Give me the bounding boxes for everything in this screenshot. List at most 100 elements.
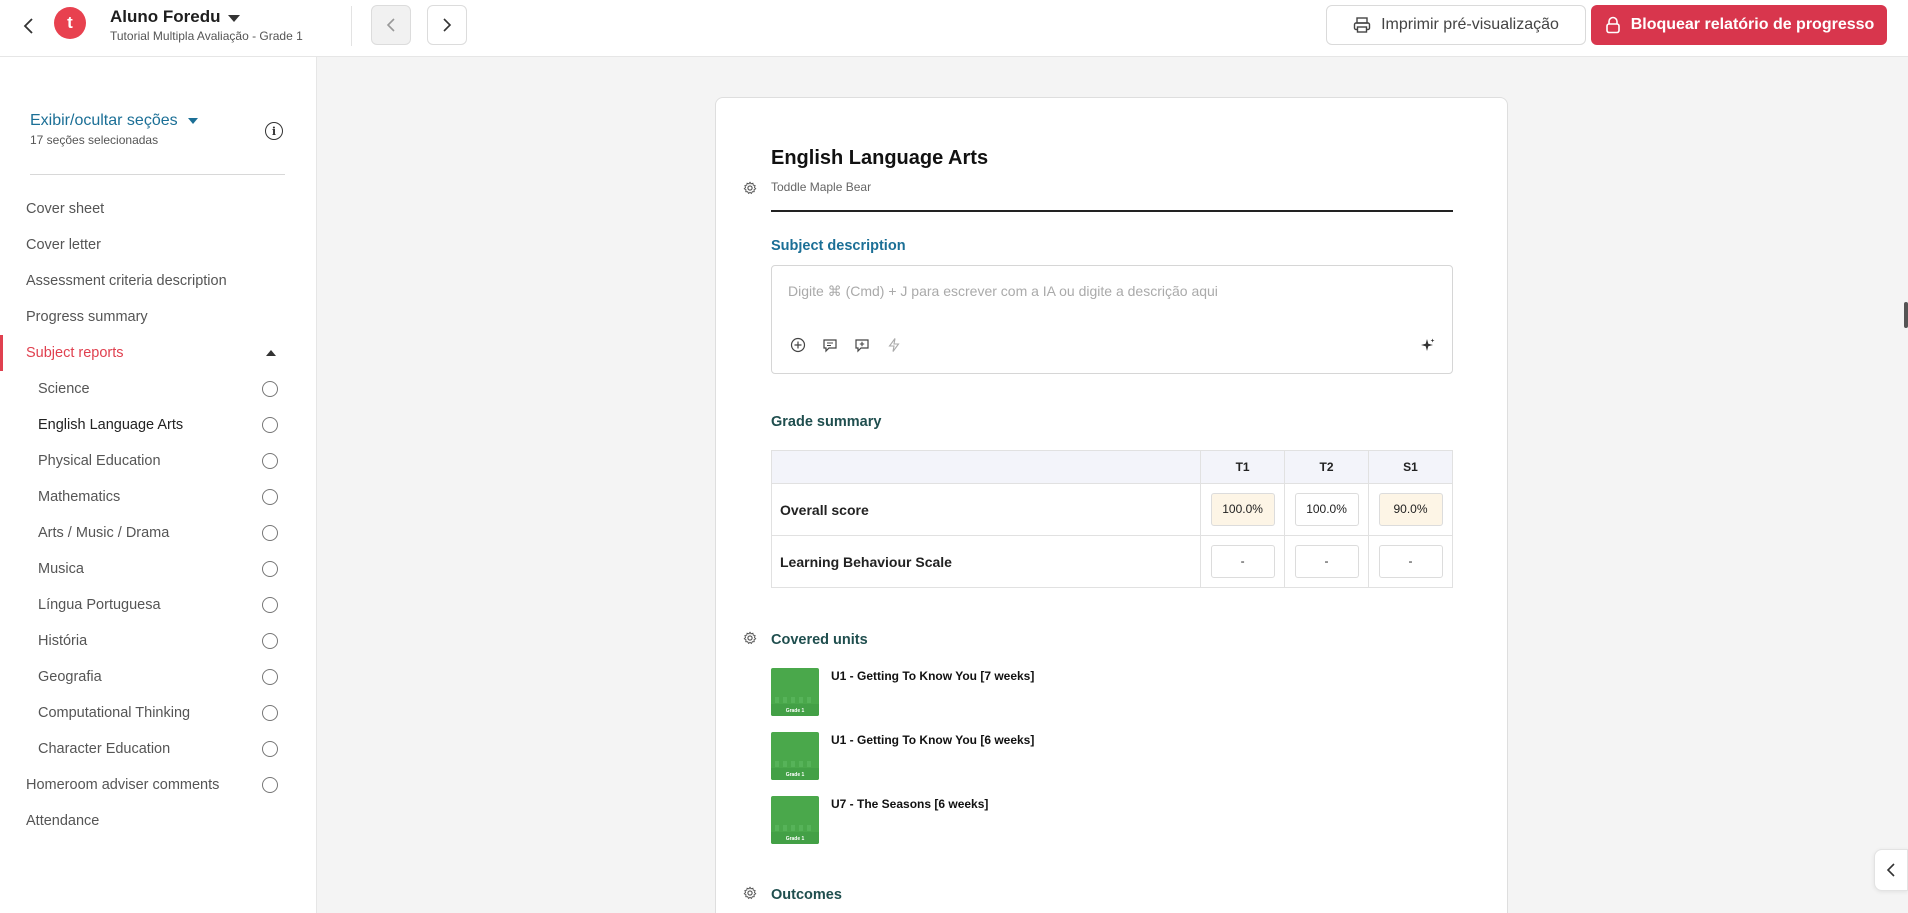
sidebar-item-progress-summary[interactable]: Progress summary [0,299,316,335]
list-item: Grade 1 U1 - Getting To Know You [6 week… [771,732,1371,780]
divider [351,6,352,46]
list-item: Grade 1 U7 - The Seasons [6 weeks] [771,796,1371,844]
sidebar-item-label: Attendance [26,813,100,829]
sidebar-item-assessment-criteria[interactable]: Assessment criteria description [0,263,316,299]
sidebar-item-character-education[interactable]: Character Education [0,731,316,767]
sidebar-item-label: Physical Education [38,453,161,469]
table-row: Overall score 100.0% 100.0% 90.0% [770,483,1453,536]
sidebar-item-musica[interactable]: Musica [0,551,316,587]
sidebar-item-label: English Language Arts [38,417,184,433]
status-circle-icon [262,489,278,505]
sidebar-item-english-language-arts[interactable]: English Language Arts [0,407,316,443]
score-cell: 90.0% [1368,483,1453,536]
gear-icon[interactable] [743,886,757,900]
covered-units-label: Covered units [771,632,868,648]
add-comment-icon[interactable] [854,337,870,353]
sidebar-item-computational-thinking[interactable]: Computational Thinking [0,695,316,731]
expand-panel-button[interactable] [1874,849,1908,891]
unit-title[interactable]: U1 - Getting To Know You [6 weeks] [831,733,1034,747]
next-student-button[interactable] [427,5,467,45]
column-header: S1 [1368,450,1453,484]
caret-down-icon [187,118,198,124]
sidebar-item-label: Cover sheet [26,201,105,217]
subject-description-editor[interactable]: Digite ⌘ (Cmd) + J para escrever com a I… [771,265,1453,374]
status-circle-icon [262,597,278,613]
score-value[interactable]: 90.0% [1378,493,1443,526]
sidebar-item-attendance[interactable]: Attendance [0,803,316,839]
status-circle-icon [262,633,278,649]
sidebar-item-label: Homeroom adviser comments [26,777,220,793]
score-value[interactable]: 100.0% [1210,493,1275,526]
unit-thumbnail[interactable]: Grade 1 [771,668,819,716]
sidebar-item-geografia[interactable]: Geografia [0,659,316,695]
print-preview-button[interactable]: Imprimir pré-visualização [1326,5,1586,45]
unit-title[interactable]: U7 - The Seasons [6 weeks] [831,797,988,811]
sidebar-item-subject-reports[interactable]: Subject reports [0,335,316,371]
student-subtitle: Tutorial Multipla Avaliação - Grade 1 [110,29,303,43]
top-bar: t Aluno Foredu Tutorial Multipla Avaliaç… [0,0,1908,57]
score-cell: - [1200,535,1286,588]
sidebar-item-label: Assessment criteria description [26,273,227,289]
add-icon[interactable] [790,337,806,353]
unit-thumbnail[interactable]: Grade 1 [771,796,819,844]
sidebar-item-homeroom-comments[interactable]: Homeroom adviser comments [0,767,316,803]
comment-icon[interactable] [822,337,838,353]
section-nav-list: Cover sheet Cover letter Assessment crit… [0,191,316,839]
toddle-logo: t [54,7,86,39]
sidebar-item-label: Arts / Music / Drama [38,525,170,541]
sidebar-item-arts-music-drama[interactable]: Arts / Music / Drama [0,515,316,551]
scrollbar-handle[interactable] [1904,302,1908,328]
unit-title[interactable]: U1 - Getting To Know You [7 weeks] [831,669,1034,683]
caret-up-icon[interactable] [266,350,276,356]
score-value[interactable]: - [1378,545,1443,578]
table-header-row: T1 T2 S1 [770,450,1453,484]
lock-report-button[interactable]: Bloquear relatório de progresso [1591,5,1887,45]
score-value[interactable]: - [1294,545,1359,578]
ai-sparkle-icon[interactable] [1420,337,1436,353]
grade-summary-table: T1 T2 S1 Overall score 100.0% 100.0% 90.… [770,450,1453,588]
editor-placeholder: Digite ⌘ (Cmd) + J para escrever com a I… [788,283,1218,299]
sidebar-item-label: Mathematics [38,489,121,505]
subject-description-label: Subject description [771,238,906,254]
lightning-icon[interactable] [886,337,902,353]
list-item: Grade 1 U1 - Getting To Know You [7 week… [771,668,1371,716]
back-button[interactable] [14,12,42,40]
sidebar-item-cover-letter[interactable]: Cover letter [0,227,316,263]
status-circle-icon [262,561,278,577]
sidebar-item-label: Musica [38,561,84,577]
subject-report-card: English Language Arts Toddle Maple Bear … [715,97,1508,913]
sidebar-item-physical-education[interactable]: Physical Education [0,443,316,479]
status-circle-icon [262,453,278,469]
sidebar-item-mathematics[interactable]: Mathematics [0,479,316,515]
score-value[interactable]: 100.0% [1294,493,1359,526]
sidebar-item-label: Computational Thinking [38,705,191,721]
sidebar-item-label: História [38,633,88,649]
score-cell: 100.0% [1200,483,1286,536]
gear-icon[interactable] [743,181,757,195]
sidebar-item-lingua-portuguesa[interactable]: Língua Portuguesa [0,587,316,623]
info-icon[interactable]: i [265,122,283,140]
status-circle-icon [262,417,278,433]
score-value[interactable]: - [1210,545,1275,578]
student-name: Aluno Foredu [110,7,221,26]
thumbnail-pattern [775,697,815,703]
row-label: Overall score [770,483,1202,536]
print-preview-label: Imprimir pré-visualização [1381,16,1559,33]
thumbnail-text: Grade 1 [785,836,805,842]
sidebar-item-cover-sheet[interactable]: Cover sheet [0,191,316,227]
divider [30,174,285,175]
sidebar-item-historia[interactable]: História [0,623,316,659]
unit-thumbnail[interactable]: Grade 1 [771,732,819,780]
student-selector[interactable]: Aluno Foredu [110,7,241,27]
toggle-sections-dropdown[interactable]: Exibir/ocultar seções [30,112,198,130]
sidebar-item-science[interactable]: Science [0,371,316,407]
column-header: T2 [1284,450,1370,484]
toggle-sections-label: Exibir/ocultar seções [30,112,178,129]
previous-student-button[interactable] [371,5,411,45]
table-row: Learning Behaviour Scale - - - [770,535,1453,588]
status-circle-icon [262,381,278,397]
score-cell: - [1368,535,1453,588]
score-cell: - [1284,535,1370,588]
gear-icon[interactable] [743,631,757,645]
lock-icon [1605,16,1620,34]
